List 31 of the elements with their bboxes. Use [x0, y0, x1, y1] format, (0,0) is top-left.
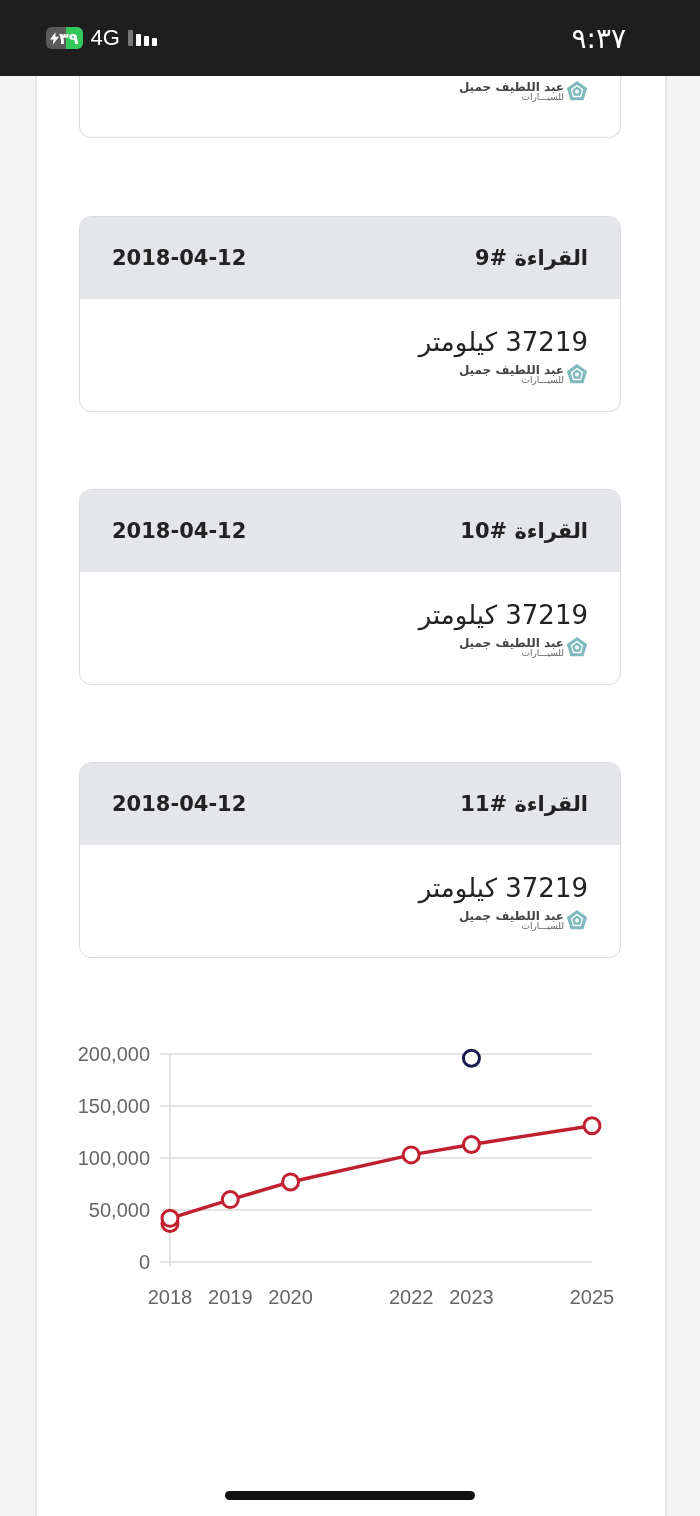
- x-tick-label: 2020: [268, 1286, 313, 1308]
- logo-tagline: للسيـــارات: [521, 921, 564, 931]
- logo-tagline: للسيـــارات: [521, 648, 564, 658]
- clock-time: ٩:٣٧: [571, 21, 626, 55]
- logo-tagline: للسيـــارات: [521, 92, 564, 102]
- reading-date: 2018-04-12: [112, 246, 247, 270]
- reading-date: 2018-04-12: [112, 792, 247, 816]
- logo-wordmark: عبد اللطيف جميل: [458, 80, 564, 93]
- logo-wordmark: عبد اللطيف جميل: [458, 363, 564, 376]
- x-tick-label: 2023: [449, 1286, 494, 1308]
- reading-title: القراءة #11: [460, 792, 588, 816]
- y-tick-label: 0: [138, 1251, 150, 1273]
- x-tick-label: 2019: [208, 1286, 253, 1308]
- y-tick-label: 200,000: [77, 1043, 150, 1065]
- reading-title: القراءة #10: [460, 519, 588, 543]
- x-tick-label: 2025: [569, 1286, 615, 1308]
- logo-wordmark: عبد اللطيف جميل: [458, 909, 564, 922]
- odometer-value: 37219 كيلومتر: [418, 600, 588, 630]
- odometer-value: 37219 كيلومتر: [418, 873, 588, 903]
- y-tick-label: 50,000: [88, 1199, 150, 1221]
- logo-tagline: للسيـــارات: [521, 375, 564, 385]
- y-tick-label: 150,000: [77, 1095, 150, 1117]
- x-tick-label: 2022: [388, 1286, 434, 1308]
- y-tick-label: 100,000: [77, 1147, 150, 1169]
- battery-icon: ٣٩: [46, 27, 83, 49]
- reading-date: 2018-04-12: [112, 519, 247, 543]
- reading-title: القراءة #9: [474, 246, 588, 270]
- logo-wordmark: عبد اللطيف جميل: [458, 636, 564, 649]
- x-tick-label: 2018: [147, 1286, 193, 1308]
- network-label: 4G: [90, 25, 120, 51]
- odometer-value: 37219 كيلومتر: [418, 327, 588, 357]
